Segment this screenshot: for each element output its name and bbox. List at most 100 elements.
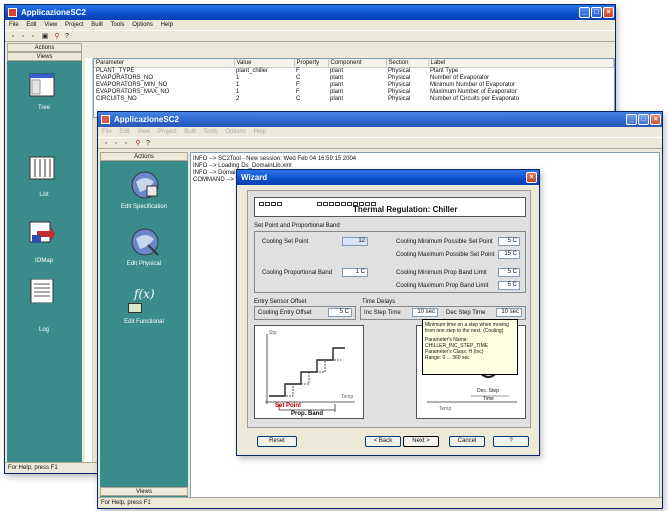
cooling-min-prop-band-label: Cooling Minimum Prop Band Limit (396, 270, 487, 276)
cooling-max-setpoint-input[interactable]: 15 C (498, 250, 520, 259)
back-sidebar: Actions Views Tree List IOMap Log (7, 43, 82, 464)
table-row[interactable]: PLANT_TYPE plant_chiller F plant Physica… (94, 67, 614, 74)
cell: plant (330, 74, 344, 81)
front-window-titlebar[interactable]: ApplicazioneSC2 _ □ × (98, 112, 662, 127)
cooling-max-prop-band-input[interactable]: 5 C (498, 281, 520, 290)
menu-project[interactable]: Project (65, 22, 84, 28)
front-toolbar: ▫ ▫ ▫ ⚲ ? (98, 137, 662, 149)
sidebar-item-iomap[interactable]: IOMap (7, 221, 82, 281)
front-sidebar-actions-header[interactable]: Actions (100, 152, 188, 161)
menu-file[interactable]: File (102, 129, 112, 135)
help-pointer-icon[interactable]: ? (63, 33, 71, 41)
close-button[interactable]: × (603, 7, 614, 18)
info-icon[interactable]: ⚲ (134, 140, 142, 148)
menu-view[interactable]: View (44, 22, 57, 28)
front-sidebar-views-footer[interactable]: Views (100, 487, 188, 496)
dec-step-time-input[interactable]: 10 sec (496, 308, 522, 317)
menu-tools[interactable]: Tools (111, 22, 125, 28)
print-icon[interactable]: ▣ (41, 33, 49, 41)
cell: 1 (236, 74, 240, 81)
inc-step-time-input[interactable]: 10 sec (412, 308, 438, 317)
sidebar-item-edit-functional[interactable]: f(x) Edit Functional (100, 285, 188, 335)
cell: plant (330, 95, 344, 102)
new-icon[interactable]: ▫ (102, 140, 110, 148)
col-value[interactable]: Value (234, 59, 295, 68)
menu-options[interactable]: Options (225, 129, 246, 135)
cell: 1 (236, 81, 240, 88)
edit-specification-icon (131, 171, 159, 199)
back-window-titlebar[interactable]: ApplicazioneSC2 _ □ × (5, 5, 615, 20)
setpoint-diagram: Stp Temp Set Point Prop. Band (254, 325, 364, 419)
wizard-close-button[interactable]: × (526, 172, 537, 183)
cooling-min-prop-band-input[interactable]: 5 C (498, 268, 520, 277)
cooling-min-setpoint-input[interactable]: 5 C (498, 237, 520, 246)
sidebar-item-edit-specification[interactable]: Edit Specification (100, 170, 188, 220)
cooling-max-setpoint-label: Cooling Maximum Possible Set Point (396, 252, 495, 258)
col-section[interactable]: Section (386, 59, 429, 68)
function-glyph: f(x) (134, 287, 155, 301)
sidebar-item-edit-functional-label: Edit Functional (124, 319, 164, 325)
menu-edit[interactable]: Edit (26, 22, 36, 28)
info-icon[interactable]: ⚲ (53, 33, 61, 41)
help-pointer-icon[interactable]: ? (144, 140, 152, 148)
back-sidebar-actions-header[interactable]: Actions (7, 43, 82, 52)
table-row[interactable]: EVAPORATORS_MIN_NO 1 F plant Physical Mi… (94, 81, 614, 88)
menu-tools[interactable]: Tools (204, 129, 218, 135)
table-header-row: Parameter Value Property Component Secti… (94, 59, 614, 68)
cooling-set-point-input[interactable]: 12 (342, 237, 368, 246)
sidebar-item-list[interactable]: List (7, 156, 82, 216)
menu-view[interactable]: View (137, 129, 150, 135)
col-parameter[interactable]: Parameter (94, 59, 235, 68)
open-icon[interactable]: ▫ (19, 33, 27, 41)
menu-help[interactable]: Help (161, 22, 173, 28)
group-delay-label: Time Delays (362, 299, 396, 305)
tooltip-line: from one step to the next. (Cooling) (425, 328, 504, 334)
cooling-proportional-band-input[interactable]: 1 C (342, 268, 368, 277)
cell: Maximum Number of Evaporator (430, 88, 517, 95)
wizard-header-banner: Thermal Regulation: Chiller (254, 197, 526, 217)
help-button[interactable]: ? (493, 436, 529, 447)
next-button[interactable]: Next > (403, 436, 439, 447)
new-icon[interactable]: ▫ (9, 33, 17, 41)
sidebar-item-log-label: Log (38, 327, 49, 333)
table-row[interactable]: CIRCUITS_NO 2 C plant Physical Number of… (94, 95, 614, 102)
wizard-titlebar[interactable]: Wizard × (237, 170, 539, 185)
back-button[interactable]: < Back (365, 436, 401, 447)
menu-project[interactable]: Project (158, 129, 177, 135)
table-row[interactable]: EVAPORATORS_NO 1 C plant Physical Number… (94, 74, 614, 81)
col-component[interactable]: Component (328, 59, 387, 68)
back-menubar: File Edit View Project Built Tools Optio… (5, 20, 615, 30)
menu-options[interactable]: Options (132, 22, 153, 28)
col-property[interactable]: Property (294, 59, 329, 68)
open-icon[interactable]: ▫ (112, 140, 120, 148)
right-time-label: Time (483, 396, 494, 402)
save-icon[interactable]: ▫ (122, 140, 130, 148)
cancel-button[interactable]: Cancel (449, 436, 485, 447)
sidebar-item-log[interactable]: Log (7, 279, 82, 339)
sidebar-item-tree[interactable]: Tree (7, 73, 82, 133)
cooling-entry-offset-input[interactable]: 5 C (328, 308, 352, 317)
cell: Number of Evaporator (430, 74, 490, 81)
menu-edit[interactable]: Edit (119, 129, 129, 135)
tree-pane[interactable] (85, 58, 93, 463)
minimize-button[interactable]: _ (626, 114, 637, 125)
close-button[interactable]: × (650, 114, 661, 125)
cell: Number of Circuits per Evaporato (430, 95, 520, 102)
menu-help[interactable]: Help (254, 129, 266, 135)
maximize-button[interactable]: □ (638, 114, 649, 125)
cell: C (296, 74, 301, 81)
wizard-title: Wizard (241, 173, 268, 182)
table-row[interactable]: EVAPORATORS_MAX_NO 1 F plant Physical Ma… (94, 88, 614, 95)
menu-built[interactable]: Built (91, 22, 103, 28)
set-point-label: Set Point (275, 403, 302, 409)
minimize-button[interactable]: _ (579, 7, 590, 18)
save-icon[interactable]: ▫ (29, 33, 37, 41)
sidebar-item-edit-physical[interactable]: Edit Physical (100, 227, 188, 277)
menu-file[interactable]: File (9, 22, 19, 28)
menu-built[interactable]: Built (184, 129, 196, 135)
tree-view-icon (29, 73, 55, 97)
reset-button[interactable]: Reset (257, 436, 297, 447)
back-sidebar-views-header[interactable]: Views (7, 52, 82, 61)
col-label[interactable]: Label (428, 59, 614, 68)
maximize-button[interactable]: □ (591, 7, 602, 18)
